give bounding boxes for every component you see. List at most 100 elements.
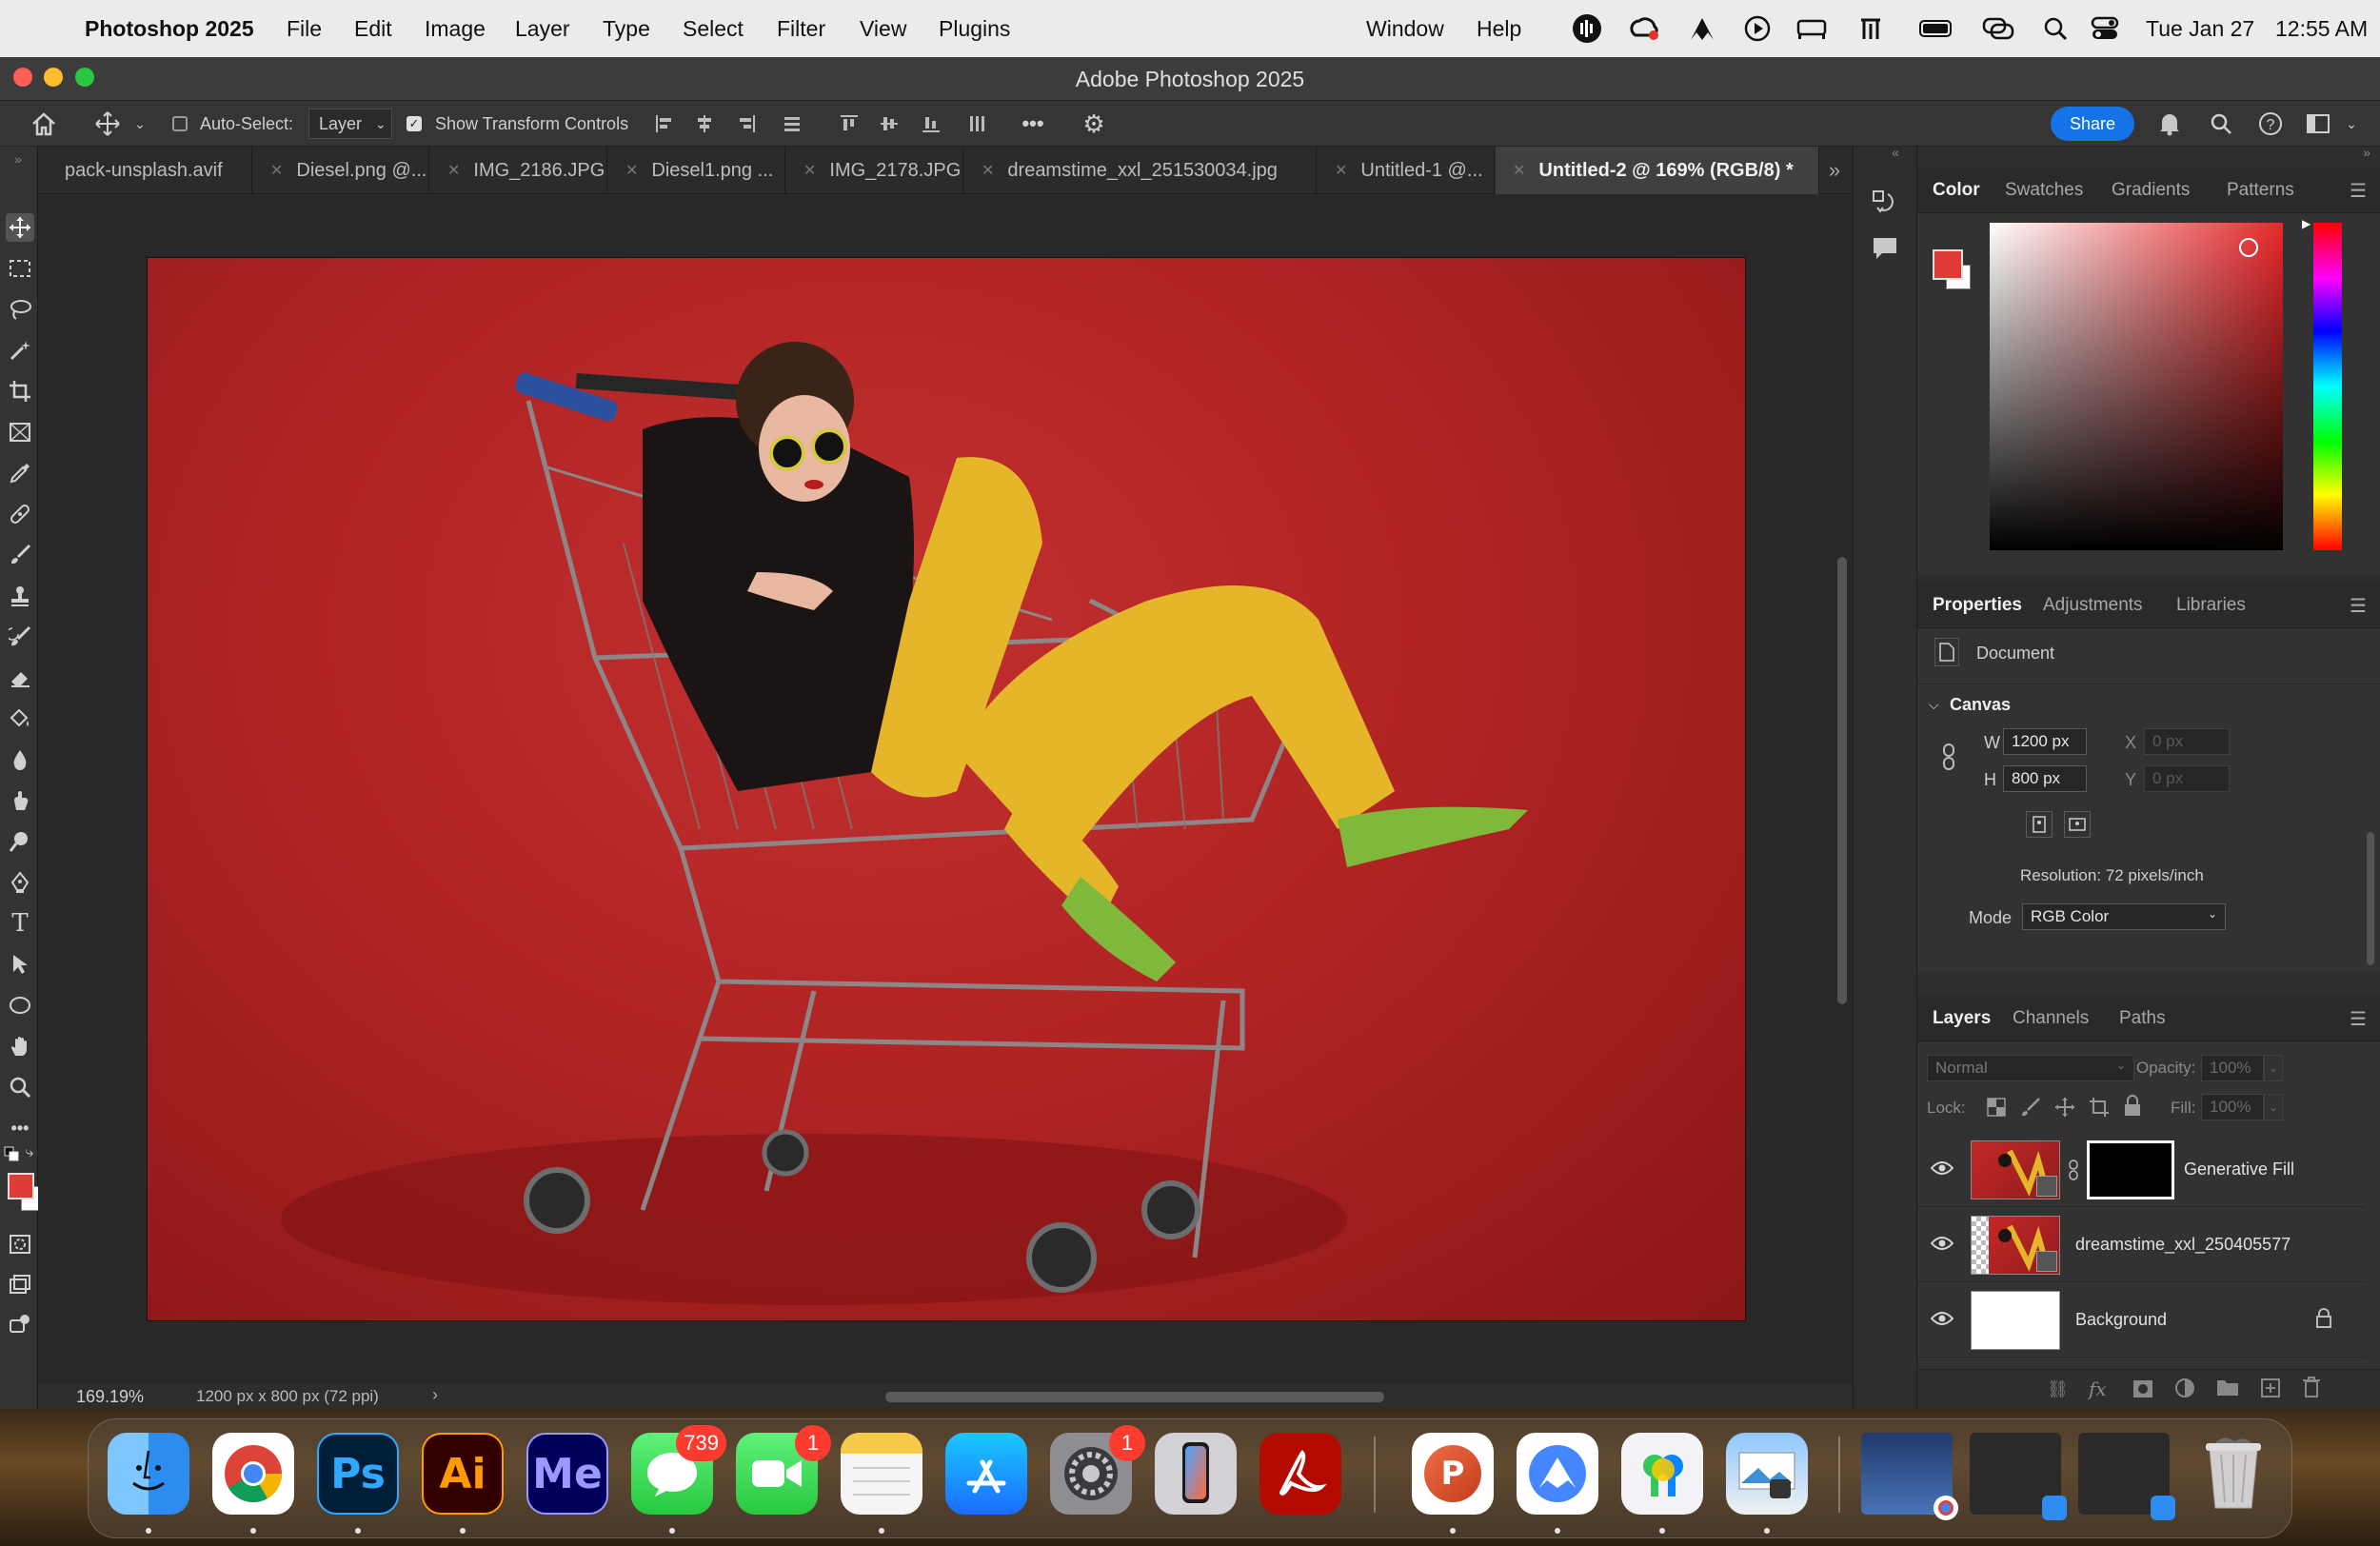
dock-media-encoder[interactable]: Me — [526, 1433, 608, 1515]
menu-image[interactable]: Image — [425, 16, 486, 42]
panel-menu-icon[interactable]: ☰ — [2350, 594, 2367, 618]
screen-mode-icon[interactable] — [6, 1270, 34, 1298]
move-tool-icon[interactable] — [93, 109, 122, 139]
edit-toolbar-icon[interactable]: ••• — [6, 1114, 34, 1142]
dock-acrobat[interactable] — [1259, 1433, 1341, 1515]
lock-position-icon[interactable] — [2054, 1097, 2075, 1122]
quick-mask-icon[interactable] — [6, 1230, 34, 1259]
dock-chrome[interactable] — [212, 1433, 294, 1515]
menu-edit[interactable]: Edit — [354, 16, 392, 42]
layer-effects-icon[interactable]: fx — [2089, 1378, 2107, 1400]
tab-channels[interactable]: Channels — [2013, 996, 2089, 1041]
dock-finder[interactable] — [108, 1433, 189, 1515]
portrait-orientation-icon[interactable] — [2026, 811, 2053, 838]
control-center-icon[interactable] — [2089, 12, 2121, 45]
opacity-field[interactable]: 100% — [2201, 1055, 2264, 1081]
link-layers-icon[interactable]: ⛓ — [2047, 1379, 2069, 1399]
menu-help[interactable]: Help — [1477, 16, 1521, 42]
add-mask-icon[interactable] — [2132, 1379, 2153, 1403]
swap-colors-icon[interactable]: ⤷ — [21, 1144, 38, 1161]
close-tab-icon[interactable]: ✕ — [1513, 161, 1525, 180]
new-layer-icon[interactable] — [2260, 1378, 2281, 1403]
layer-mask-thumbnail[interactable] — [2087, 1140, 2174, 1199]
status-chevron-right-icon[interactable]: › — [432, 1385, 438, 1405]
canvas-area[interactable] — [38, 195, 1853, 1385]
zoom-tool-icon[interactable] — [6, 1073, 34, 1101]
opacity-chevron-icon[interactable]: ⌄ — [2264, 1055, 2283, 1081]
lock-artboard-icon[interactable] — [2089, 1097, 2110, 1122]
menu-filter[interactable]: Filter — [777, 16, 825, 42]
dock-notes[interactable] — [841, 1433, 922, 1515]
transform-controls-checkbox[interactable]: ✓ — [406, 109, 423, 139]
hue-slider-handle-icon[interactable]: ▶ — [2302, 217, 2311, 230]
zoom-level[interactable]: 169.19% — [76, 1387, 144, 1407]
new-group-icon[interactable] — [2216, 1378, 2239, 1401]
auto-select-target-dropdown[interactable]: Layer ⌄ — [308, 109, 392, 139]
layer-row-dreamstime[interactable]: dreamstime_xxl_250405577 — [1917, 1208, 2365, 1282]
lock-all-icon[interactable] — [2123, 1095, 2142, 1122]
auto-select-checkbox[interactable] — [171, 109, 188, 139]
move-tool-icon[interactable] — [6, 213, 34, 242]
tools-icon[interactable] — [1854, 12, 1887, 45]
tab-pack-unsplash[interactable]: pack-unsplash.avif — [38, 147, 252, 194]
dock-passwords[interactable] — [1621, 1433, 1703, 1515]
close-tab-icon[interactable]: ✕ — [270, 161, 283, 180]
lasso-tool-icon[interactable] — [6, 295, 34, 324]
lock-transparent-icon[interactable] — [1986, 1097, 2007, 1122]
canvas-y-field[interactable]: 0 px — [2144, 765, 2230, 792]
adjustment-layer-icon[interactable] — [2174, 1378, 2195, 1403]
color-mode-dropdown[interactable]: RGB Color ⌄ — [2022, 903, 2226, 930]
battery-icon[interactable] — [1919, 12, 1952, 45]
layer-name[interactable]: dreamstime_xxl_250405577 — [2075, 1235, 2291, 1255]
tab-swatches[interactable]: Swatches — [2005, 168, 2083, 213]
gear-icon[interactable]: ⚙ — [1080, 109, 1108, 139]
menu-type[interactable]: Type — [603, 16, 650, 42]
landscape-orientation-icon[interactable] — [2064, 811, 2091, 838]
history-panel-icon[interactable] — [1871, 188, 1899, 222]
comments-panel-icon[interactable] — [1871, 234, 1899, 268]
document-canvas[interactable] — [147, 257, 1746, 1321]
dock-messages[interactable]: 739 — [631, 1425, 726, 1515]
properties-scrollbar[interactable] — [2367, 832, 2374, 965]
tab-gradients[interactable]: Gradients — [2112, 168, 2190, 213]
tab-untitled-2[interactable]: ✕ Untitled-2 @ 169% (RGB/8) * — [1496, 147, 1819, 194]
creative-cloud-icon[interactable] — [1629, 12, 1661, 45]
contextual-taskbar-icon[interactable] — [6, 1310, 34, 1338]
pen-tool-icon[interactable] — [6, 868, 34, 897]
mask-link-icon[interactable] — [2068, 1160, 2079, 1185]
align-right-icon[interactable] — [735, 109, 758, 139]
align-bottom-icon[interactable] — [920, 109, 942, 139]
workspace-chevron-icon[interactable]: ⌄ — [2344, 109, 2359, 139]
type-tool-icon[interactable]: T — [6, 909, 34, 938]
spotlight-search-icon[interactable] — [2039, 12, 2072, 45]
play-icon[interactable] — [1741, 12, 1774, 45]
more-options-icon[interactable]: ••• — [1019, 109, 1047, 139]
sleep-icon[interactable] — [1795, 12, 1828, 45]
panel-menu-icon[interactable]: ☰ — [2350, 179, 2367, 203]
more-tabs-icon[interactable]: » — [1820, 158, 1849, 183]
canvas-width-field[interactable]: 1200 px — [2003, 728, 2087, 755]
distribute-horizontal-icon[interactable] — [965, 109, 988, 139]
tab-layers[interactable]: Layers — [1933, 996, 1991, 1041]
tool-preset-chevron-icon[interactable]: ⌄ — [131, 109, 149, 139]
blur-tool-icon[interactable] — [6, 745, 34, 774]
share-button[interactable]: Share — [2051, 107, 2134, 141]
dock-window-thumbnail-1[interactable] — [1861, 1433, 1958, 1520]
link-dimensions-icon[interactable] — [1942, 743, 1955, 776]
crop-tool-icon[interactable] — [6, 377, 34, 406]
eyedropper-tool-icon[interactable] — [6, 459, 34, 487]
dock-window-thumbnail-3[interactable] — [2078, 1433, 2175, 1520]
panel-menu-icon[interactable]: ☰ — [2350, 1007, 2367, 1031]
tab-paths[interactable]: Paths — [2119, 996, 2166, 1041]
align-center-icon[interactable] — [693, 109, 716, 139]
fill-chevron-icon[interactable]: ⌄ — [2264, 1094, 2283, 1120]
align-left-icon[interactable] — [653, 109, 676, 139]
history-brush-tool-icon[interactable] — [6, 623, 34, 651]
menu-layer[interactable]: Layer — [515, 16, 570, 42]
app-menu[interactable]: Photoshop 2025 — [85, 16, 254, 42]
apple-icon[interactable] — [25, 12, 57, 45]
collapse-toolbar-icon[interactable]: » — [4, 145, 32, 173]
align-top-icon[interactable] — [838, 109, 861, 139]
dock-preview[interactable] — [1726, 1433, 1808, 1515]
healing-brush-tool-icon[interactable] — [6, 500, 34, 528]
